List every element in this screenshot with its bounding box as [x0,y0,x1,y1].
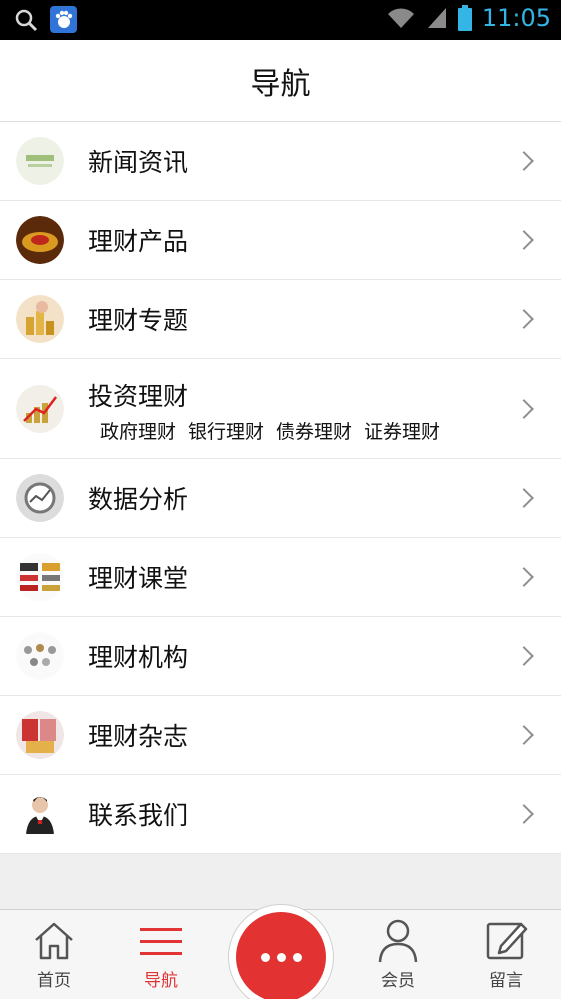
chevron-right-icon [514,309,534,329]
news-thumbnail [16,137,64,185]
menu-item-institutions[interactable]: 理财机构 [0,617,561,696]
menu-item-label: 理财产品 [88,227,189,256]
menu-item-label: 数据分析 [88,485,189,514]
menu-item-label: 联系我们 [88,801,189,830]
menu-item-label: 理财机构 [88,643,189,672]
tab-home[interactable]: 首页 [4,910,104,999]
menu-icon [140,928,182,955]
chevron-right-icon [514,725,534,745]
classroom-thumbnail [16,553,64,601]
data-analysis-thumbnail [16,474,64,522]
chevron-right-icon [514,398,534,419]
chevron-right-icon [514,804,534,824]
sublink-securities[interactable]: 证券理财 [364,417,440,444]
header: 导航 [0,40,561,122]
clock: 11:05 [481,4,551,32]
magazine-thumbnail [16,711,64,759]
chevron-right-icon [514,567,534,587]
sublink-government[interactable]: 政府理财 [100,417,176,444]
menu-item-investment[interactable]: 投资理财 政府理财 银行理财 债券理财 证券理财 [0,359,561,459]
page-title: 导航 [250,66,311,102]
status-bar: 11:05 [0,0,561,40]
tab-nav[interactable]: 导航 [111,910,211,999]
menu-item-data-analysis[interactable]: 数据分析 [0,459,561,538]
more-button[interactable] [236,912,326,999]
chevron-right-icon [514,230,534,250]
search-icon [15,9,38,31]
more-dot-icon [260,952,270,962]
more-dot-icon [276,952,286,962]
investment-sublinks: 政府理财 银行理财 债券理财 证券理财 [100,417,440,444]
tab-nav-label: 导航 [144,971,178,991]
chevron-right-icon [514,488,534,508]
menu-item-label: 理财课堂 [88,564,189,593]
user-icon [378,919,418,963]
edit-icon [486,922,528,960]
tab-message-label: 留言 [489,971,523,991]
battery-icon [457,5,472,31]
signal-icon [427,8,446,28]
menu-item-news[interactable]: 新闻资讯 [0,122,561,201]
tab-message[interactable]: 留言 [456,910,556,999]
chevron-right-icon [514,151,534,171]
tab-member[interactable]: 会员 [348,910,448,999]
menu-item-magazine[interactable]: 理财杂志 [0,696,561,775]
menu-item-label: 投资理财 [88,382,189,411]
baidu-app-icon [50,6,77,33]
institutions-thumbnail [16,632,64,680]
topics-thumbnail [16,295,64,343]
contact-thumbnail [16,790,64,838]
more-dot-icon [292,952,302,962]
menu-item-label: 理财杂志 [88,722,189,751]
nav-menu: 新闻资讯 理财产品 理财专题 投资理财 政府理财 银行理财 债券理财 证券理财 [0,122,561,854]
sublink-bond[interactable]: 债券理财 [276,417,352,444]
bottom-tab-bar: 首页 导航 会员 留言 [0,904,561,999]
menu-item-products[interactable]: 理财产品 [0,201,561,280]
menu-item-contact[interactable]: 联系我们 [0,775,561,854]
sublink-bank[interactable]: 银行理财 [188,417,264,444]
menu-item-label: 新闻资讯 [88,148,189,177]
chevron-right-icon [514,646,534,666]
products-thumbnail [16,216,64,264]
menu-item-topics[interactable]: 理财专题 [0,280,561,359]
investment-thumbnail [16,385,64,433]
menu-item-classroom[interactable]: 理财课堂 [0,538,561,617]
wifi-icon [387,8,414,28]
home-icon [35,922,73,960]
tab-member-label: 会员 [381,971,415,991]
menu-item-label: 理财专题 [88,306,189,335]
tab-home-label: 首页 [37,971,71,991]
